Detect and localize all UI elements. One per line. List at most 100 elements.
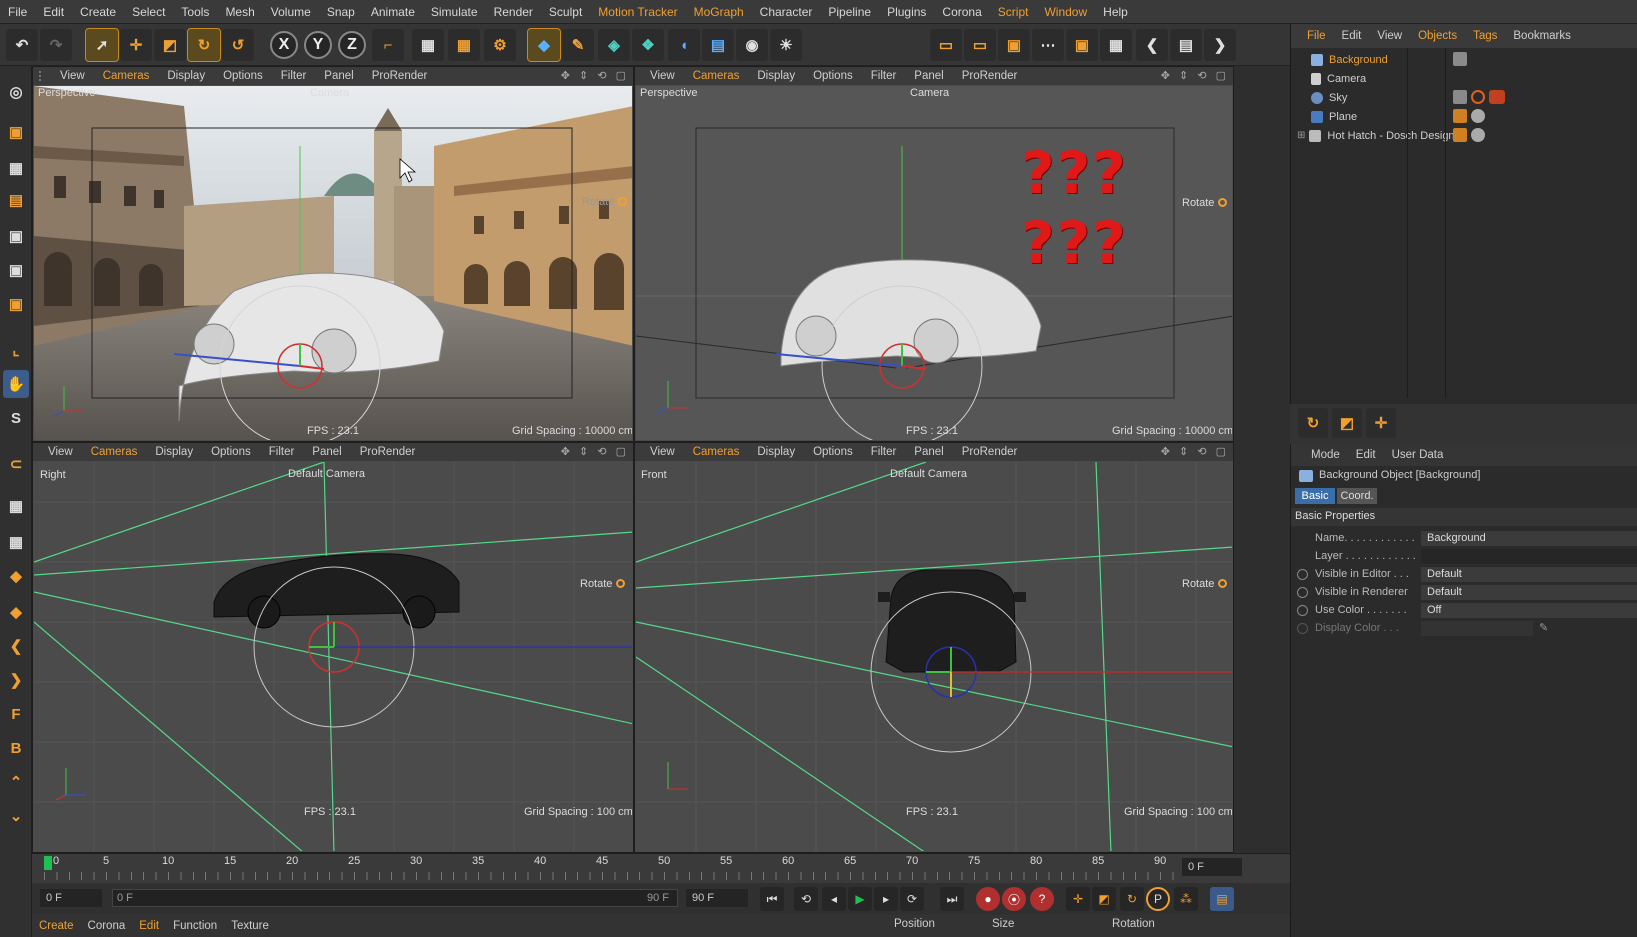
rotate-hud[interactable]: Rotate xyxy=(1182,197,1228,209)
menu-script[interactable]: Script xyxy=(990,5,1037,19)
viewport-camera-label[interactable]: Default Camera xyxy=(288,468,365,480)
move-tool-icon[interactable]: ✛ xyxy=(1366,408,1396,438)
compositing-tag-icon[interactable] xyxy=(1453,52,1467,66)
eyedropper-icon[interactable]: ✎ xyxy=(1539,621,1548,634)
no-entry-tag-icon[interactable] xyxy=(1471,90,1485,104)
subdivision-icon[interactable]: ◈ xyxy=(598,29,630,61)
vp-menu-view[interactable]: View xyxy=(641,70,684,82)
arrow-left-icon[interactable]: ❮ xyxy=(3,632,29,660)
cloner-icon[interactable]: ❖ xyxy=(632,29,664,61)
vp-menu-prorender[interactable]: ProRender xyxy=(351,446,425,458)
viewport-nav-icons[interactable]: ✥ ⇕ ⟲ ▢ xyxy=(561,69,629,82)
key-rotation-icon[interactable]: ↻ xyxy=(1120,887,1144,911)
workplane-mode-icon[interactable]: ▤ xyxy=(3,186,29,214)
vp-menu-filter[interactable]: Filter xyxy=(862,446,906,458)
viewport-camera-label[interactable]: Camera xyxy=(910,87,949,99)
obj-menu-bookmarks[interactable]: Bookmarks xyxy=(1505,30,1579,42)
key-parameter-icon[interactable]: P xyxy=(1146,887,1170,911)
object-row-camera[interactable]: Camera xyxy=(1291,69,1637,88)
material-tag-icon[interactable] xyxy=(1453,109,1467,123)
viewport-nav-icons[interactable]: ✥ ⇕ ⟲ ▢ xyxy=(561,445,629,458)
goto-start-icon[interactable]: ⏮ xyxy=(760,887,784,911)
viewport-canvas[interactable]: Perspective Camera Rotate FPS : 23.1 Gri… xyxy=(34,86,632,440)
viewport-perspective-photo[interactable]: View Cameras Display Options Filter Pane… xyxy=(32,66,634,442)
rotate-hud[interactable]: Rotate xyxy=(1182,578,1228,590)
viewport-camera-label[interactable]: Default Camera xyxy=(890,468,967,480)
viewport-nav-icons[interactable]: ✥ ⇕ ⟲ ▢ xyxy=(1161,445,1229,458)
y-axis-icon[interactable]: Y xyxy=(304,31,332,59)
animation-radio[interactable] xyxy=(1297,605,1308,616)
axis-mode-icon[interactable]: ⌞ xyxy=(3,336,29,364)
rotate-tool-icon[interactable]: ↻ xyxy=(1298,408,1328,438)
menu-character[interactable]: Character xyxy=(752,5,821,19)
menu-volume[interactable]: Volume xyxy=(263,5,319,19)
vp-menu-options[interactable]: Options xyxy=(214,70,272,82)
viewport-canvas[interactable]: Perspective Camera ??? ??? Rotate FPS : … xyxy=(636,86,1232,440)
texture-mode-icon[interactable]: ▦ xyxy=(3,154,29,182)
layout-icon[interactable]: ▦ xyxy=(1100,29,1132,61)
workplane-lock-icon[interactable]: ▦ xyxy=(3,492,29,520)
save-incremental-icon[interactable]: ▣ xyxy=(1066,29,1098,61)
material-sphere-icon[interactable] xyxy=(1471,128,1485,142)
polygons-mode-icon[interactable]: ▣ xyxy=(3,290,29,318)
obj-menu-tags[interactable]: Tags xyxy=(1465,30,1505,42)
render-view-icon[interactable]: ▦ xyxy=(412,29,444,61)
arrow-up-icon[interactable]: ⌃ xyxy=(3,768,29,796)
animation-radio[interactable] xyxy=(1297,587,1308,598)
material-menu-function[interactable]: Function xyxy=(166,920,224,932)
vp-menu-cameras[interactable]: Cameras xyxy=(684,70,749,82)
f-icon[interactable]: F xyxy=(3,700,29,728)
name-field[interactable]: Background xyxy=(1421,531,1637,546)
cube-icon[interactable]: ◆ xyxy=(527,28,561,62)
menu-edit[interactable]: Edit xyxy=(35,5,72,19)
move-tool-icon[interactable]: ✛ xyxy=(120,29,152,61)
menu-select[interactable]: Select xyxy=(124,5,173,19)
key-scale-icon[interactable]: ◩ xyxy=(1092,887,1116,911)
goto-end-icon[interactable]: ⏭ xyxy=(940,887,964,911)
render-tag-icon[interactable] xyxy=(1489,90,1505,104)
menu-tools[interactable]: Tools xyxy=(173,5,217,19)
frame-step-icon[interactable]: ⋯ xyxy=(1032,29,1064,61)
sky-tag-icon[interactable] xyxy=(1453,90,1467,104)
vp-menu-filter[interactable]: Filter xyxy=(272,70,316,82)
use-color-dropdown[interactable]: Off xyxy=(1421,603,1637,618)
rotate-hud[interactable]: Rotate xyxy=(582,196,628,208)
drag-grip[interactable] xyxy=(39,71,47,81)
vp-menu-filter[interactable]: Filter xyxy=(260,446,304,458)
vp-menu-view[interactable]: View xyxy=(641,446,684,458)
b-icon[interactable]: B xyxy=(3,734,29,762)
camera-icon[interactable]: ◉ xyxy=(736,29,768,61)
vp-menu-panel[interactable]: Panel xyxy=(905,70,952,82)
vp-menu-display[interactable]: Display xyxy=(748,446,804,458)
vp-menu-display[interactable]: Display xyxy=(158,70,214,82)
attr-menu-mode[interactable]: Mode xyxy=(1303,449,1348,461)
material-menu-corona[interactable]: Corona xyxy=(81,920,133,932)
vp-menu-prorender[interactable]: ProRender xyxy=(953,70,1027,82)
cube-small-icon[interactable]: ◆ xyxy=(3,562,29,590)
key-pla-icon[interactable]: ⁂ xyxy=(1174,887,1198,911)
vp-menu-options[interactable]: Options xyxy=(804,446,862,458)
key-position-icon[interactable]: ✛ xyxy=(1066,887,1090,911)
points-mode-icon[interactable]: ▣ xyxy=(3,222,29,250)
vp-menu-cameras[interactable]: Cameras xyxy=(82,446,147,458)
viewport-front[interactable]: View Cameras Display Options Filter Pane… xyxy=(634,442,1234,853)
scale-tool-icon[interactable]: ◩ xyxy=(154,29,186,61)
prev-frame-icon[interactable]: ◂ xyxy=(822,887,846,911)
obj-menu-file[interactable]: File xyxy=(1299,30,1334,42)
current-frame-field[interactable]: 0 F xyxy=(1182,858,1242,876)
tab-basic[interactable]: Basic xyxy=(1295,488,1335,504)
coordinate-system-icon[interactable]: ⌐ xyxy=(372,29,404,61)
viewport-canvas[interactable]: Right Default Camera Rotate FPS : 23.1 G… xyxy=(34,462,632,851)
z-axis-icon[interactable]: Z xyxy=(338,31,366,59)
keyframe-selection-icon[interactable]: ? xyxy=(1030,887,1054,911)
edges-mode-icon[interactable]: ▣ xyxy=(3,256,29,284)
vp-menu-view[interactable]: View xyxy=(39,446,82,458)
animation-radio[interactable] xyxy=(1297,623,1308,634)
menu-mograph[interactable]: MoGraph xyxy=(686,5,752,19)
redo-icon[interactable]: ↷ xyxy=(40,29,72,61)
expand-plus-icon[interactable]: ⊞ xyxy=(1297,130,1305,141)
obj-menu-edit[interactable]: Edit xyxy=(1334,30,1370,42)
vp-menu-display[interactable]: Display xyxy=(146,446,202,458)
next-frame-icon[interactable]: ▸ xyxy=(874,887,898,911)
make-editable-icon[interactable]: ◎ xyxy=(3,78,29,106)
